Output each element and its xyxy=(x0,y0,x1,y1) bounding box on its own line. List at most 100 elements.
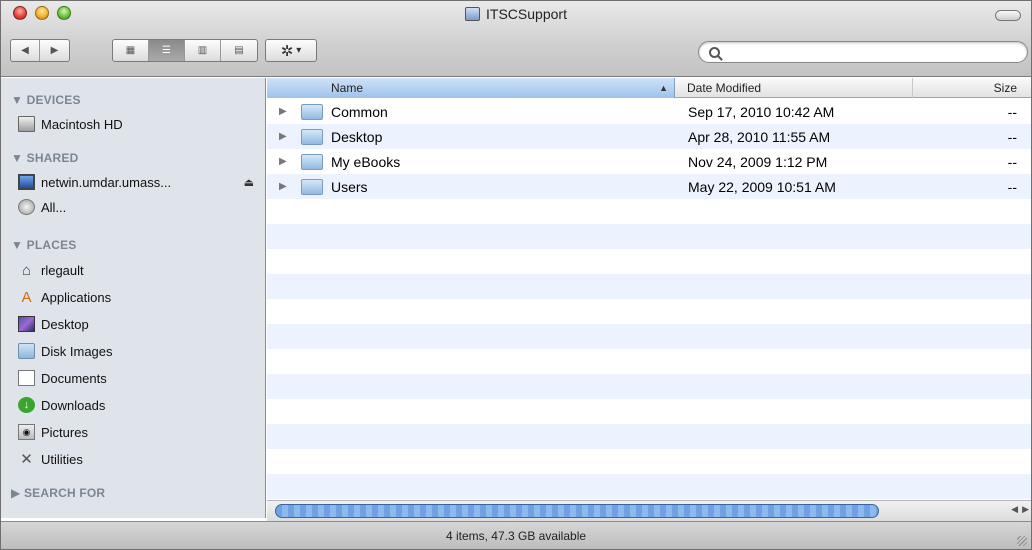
table-row[interactable]: ▶ My eBooks Nov 24, 2009 1:12 PM -- xyxy=(267,149,1031,174)
row-size: -- xyxy=(1007,178,1017,195)
row-date-modified: Apr 28, 2010 11:55 AM xyxy=(688,128,831,145)
disclosure-triangle-icon[interactable]: ▶ xyxy=(279,181,287,192)
navigation-buttons: ◀ ▶ xyxy=(10,39,70,62)
sidebar-item-label: All... xyxy=(41,199,67,215)
row-size: -- xyxy=(1007,128,1017,145)
table-row[interactable]: ▶ Desktop Apr 28, 2010 11:55 AM -- xyxy=(267,124,1031,149)
back-button[interactable]: ◀ xyxy=(11,40,41,61)
sidebar-item-utilities[interactable]: ✕ Utilities xyxy=(18,448,258,470)
row-size: -- xyxy=(1007,103,1017,120)
row-size: -- xyxy=(1007,153,1017,170)
search-icon xyxy=(709,46,720,58)
volume-icon xyxy=(465,7,481,21)
column-header-size[interactable]: Size xyxy=(913,78,1031,98)
sidebar-item-all[interactable]: All... xyxy=(18,196,258,218)
horizontal-scrollbar[interactable]: ◀ ▶ xyxy=(267,500,1031,521)
row-date-modified: Sep 17, 2010 10:42 AM xyxy=(688,103,835,120)
applications-icon: A xyxy=(21,288,32,306)
row-name: Desktop xyxy=(331,128,383,145)
sidebar-item-downloads[interactable]: ↓ Downloads xyxy=(18,394,258,416)
column-header-label: Date Modified xyxy=(687,81,762,95)
row-stripe xyxy=(267,324,1031,349)
sidebar-item-pictures[interactable]: ◉ Pictures xyxy=(18,421,258,443)
sidebar-item-rlegault[interactable]: ⌂ rlegault xyxy=(18,259,258,281)
file-list: Name ▲ Date Modified Size ▶ Common Sep 1… xyxy=(267,78,1031,500)
coverflow-view-icon: ▤ xyxy=(234,45,244,56)
row-stripe xyxy=(267,224,1031,249)
icon-view-icon: ▦ xyxy=(125,45,136,56)
disclosure-triangle-icon[interactable]: ▶ xyxy=(279,131,287,142)
column-header-label: Name xyxy=(331,81,364,95)
column-header-date-modified[interactable]: Date Modified xyxy=(676,78,913,98)
sidebar-item-label: rlegault xyxy=(41,262,84,278)
scroll-left-icon[interactable]: ◀ xyxy=(1011,504,1018,515)
table-row[interactable]: ▶ Users May 22, 2009 10:51 AM -- xyxy=(267,174,1031,199)
back-arrow-icon: ◀ xyxy=(21,45,29,56)
icon-view-button[interactable]: ▦ xyxy=(113,40,149,61)
sidebar-item-documents[interactable]: Documents xyxy=(18,367,258,389)
sidebar-item-macintosh-hd[interactable]: Macintosh HD xyxy=(18,113,258,135)
scroll-right-icon[interactable]: ▶ xyxy=(1022,504,1029,515)
desktop-icon xyxy=(18,316,35,332)
folder-icon xyxy=(301,179,323,195)
home-icon: ⌂ xyxy=(21,261,32,279)
sidebar-heading-devices[interactable]: ▼ DEVICES xyxy=(11,93,81,107)
row-stripe xyxy=(267,474,1031,499)
list-rows: ▶ Common Sep 17, 2010 10:42 AM -- ▶ Desk… xyxy=(267,99,1031,500)
row-name: My eBooks xyxy=(331,153,401,170)
sidebar-item-label: Desktop xyxy=(41,316,89,332)
sidebar-heading-search-for[interactable]: ▶ SEARCH FOR xyxy=(11,486,105,500)
resize-grip-icon[interactable] xyxy=(1017,536,1027,546)
chevron-down-icon: ▾ xyxy=(296,45,302,56)
toolbar-toggle-button[interactable] xyxy=(995,10,1021,21)
sidebar-item-label: Utilities xyxy=(41,451,83,467)
sidebar-item-desktop[interactable]: Desktop xyxy=(18,313,258,335)
sidebar-item-disk-images[interactable]: Disk Images xyxy=(18,340,258,362)
scrollbar-arrows: ◀ ▶ xyxy=(1011,504,1029,515)
window-title-text: ITSCSupport xyxy=(486,6,567,22)
network-screen-icon xyxy=(18,174,35,190)
folder-icon xyxy=(301,104,323,120)
status-text: 4 items, 47.3 GB available xyxy=(445,529,587,543)
downloads-icon: ↓ xyxy=(18,397,35,413)
sidebar-heading-shared[interactable]: ▼ SHARED xyxy=(11,151,78,165)
forward-button[interactable]: ▶ xyxy=(40,40,69,61)
sidebar-item-label: Applications xyxy=(41,289,112,305)
table-row[interactable]: ▶ Common Sep 17, 2010 10:42 AM -- xyxy=(267,99,1031,124)
disclosure-triangle-icon[interactable]: ▶ xyxy=(279,106,287,117)
title-toolbar: ITSCSupport ◀ ▶ ▦ ☰ ▥ ▤ ✲ ▾ xyxy=(1,1,1031,77)
pictures-icon: ◉ xyxy=(18,424,35,440)
scrollbar-thumb[interactable] xyxy=(275,504,879,518)
row-stripe xyxy=(267,374,1031,399)
search-input[interactable] xyxy=(726,45,1006,59)
list-view-icon: ☰ xyxy=(162,45,171,56)
sidebar-item-netwin[interactable]: netwin.umdar.umass... ⏏ xyxy=(18,171,258,193)
gear-icon: ✲ xyxy=(280,42,294,60)
coverflow-view-button[interactable]: ▤ xyxy=(221,40,257,61)
row-name: Common xyxy=(331,103,388,120)
folder-icon xyxy=(301,129,323,145)
finder-window: ITSCSupport ◀ ▶ ▦ ☰ ▥ ▤ ✲ ▾ ▼ DEVICES Ma… xyxy=(0,0,1032,550)
network-all-icon xyxy=(18,199,35,215)
sort-ascending-icon: ▲ xyxy=(659,83,668,93)
sidebar-item-applications[interactable]: A Applications xyxy=(18,286,258,308)
view-buttons: ▦ ☰ ▥ ▤ xyxy=(112,39,258,62)
sidebar-item-label: Pictures xyxy=(41,424,88,440)
sidebar-item-label: Disk Images xyxy=(41,343,113,359)
sidebar-item-label: Macintosh HD xyxy=(41,116,123,132)
sidebar-heading-places[interactable]: ▼ PLACES xyxy=(11,238,77,252)
row-stripe xyxy=(267,274,1031,299)
forward-arrow-icon: ▶ xyxy=(50,45,59,56)
column-header-label: Size xyxy=(993,81,1017,95)
column-header-name[interactable]: Name ▲ xyxy=(267,78,675,98)
eject-icon[interactable]: ⏏ xyxy=(244,176,254,189)
row-stripe xyxy=(267,424,1031,449)
disclosure-triangle-icon[interactable]: ▶ xyxy=(279,156,287,167)
column-view-button[interactable]: ▥ xyxy=(185,40,221,61)
action-menu-button[interactable]: ✲ ▾ xyxy=(265,39,317,62)
row-date-modified: Nov 24, 2009 1:12 PM xyxy=(688,153,828,170)
list-view-button[interactable]: ☰ xyxy=(149,40,185,61)
search-field[interactable] xyxy=(698,41,1028,63)
sidebar-item-label: Documents xyxy=(41,370,107,386)
column-view-icon: ▥ xyxy=(197,45,208,56)
